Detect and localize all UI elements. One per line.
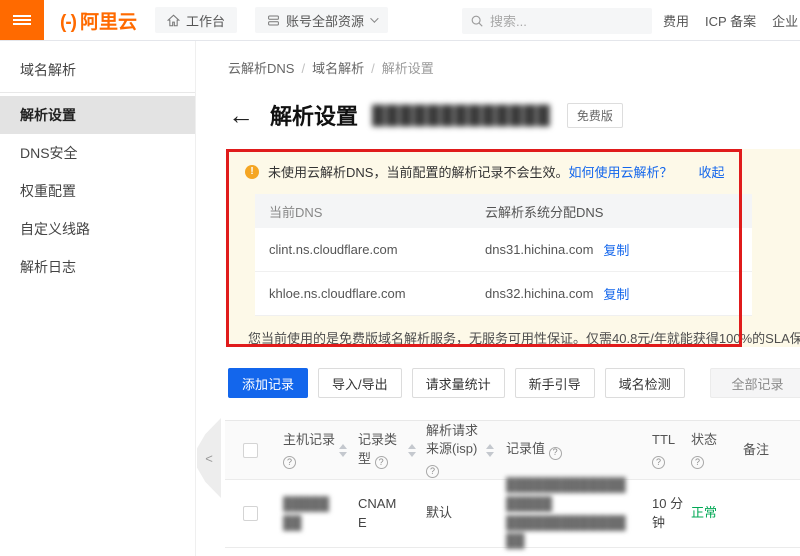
sidebar-item-weight-config[interactable]: 权重配置 <box>0 172 195 210</box>
records-table-header: 主机记录 ? 记录类型 ? 解析请求来源(isp) ? 记录值 ? TTL ? <box>225 420 800 480</box>
how-to-use-link[interactable]: 如何使用云解析？ <box>568 162 672 181</box>
copy-dns-link[interactable]: 复制 <box>603 284 629 303</box>
dns-table-row: clint.ns.cloudflare.com dns31.hichina.co… <box>255 228 752 272</box>
dns-table-header: 当前DNS 云解析系统分配DNS <box>255 194 752 228</box>
help-icon[interactable]: ? <box>283 456 296 469</box>
sidebar-item-domain-resolution[interactable]: 域名解析 <box>0 51 195 89</box>
record-toolbar: 添加记录 导入/导出 请求量统计 新手引导 域名检测 <box>228 368 685 398</box>
redacted-domain-name: █████████████ <box>372 105 551 126</box>
top-link-icp[interactable]: ICP 备案 <box>705 11 756 30</box>
sidebar-item-dns-security[interactable]: DNS安全 <box>0 134 195 172</box>
collapse-notice-link[interactable]: 收起 <box>698 162 724 181</box>
host-record-header: 主机记录 ? <box>283 431 335 469</box>
breadcrumb-current: 解析设置 <box>382 61 434 76</box>
home-icon <box>167 14 180 27</box>
account-resources-dropdown[interactable]: 账号全部资源 <box>255 7 388 33</box>
help-icon[interactable]: ? <box>549 447 562 460</box>
search-input[interactable] <box>490 14 630 29</box>
sort-type-icon[interactable] <box>404 444 420 457</box>
request-stats-button[interactable]: 请求量统计 <box>412 368 505 398</box>
ttl-header: TTL ? <box>652 431 684 469</box>
sidebar: 域名解析 解析设置 DNS安全 权重配置 自定义线路 解析日志 <box>0 41 196 556</box>
resources-icon <box>267 14 280 27</box>
status-badge: 正常 <box>691 504 731 523</box>
record-value-header: 记录值 ? <box>506 440 628 459</box>
warning-message-row: ! 未使用云解析DNS，当前配置的解析记录不会生效。 如何使用云解析？ 收起 <box>245 162 800 181</box>
add-record-button[interactable]: 添加记录 <box>228 368 308 398</box>
free-plan-upsell-text: 您当前使用的是免费版域名解析服务，无服务可用性保证。仅需40.8元/年就能获得1… <box>248 328 800 347</box>
aliyun-logo-mark: (-) <box>60 12 76 34</box>
hamburger-icon <box>13 13 31 27</box>
isp-source-value: 默认 <box>426 504 482 523</box>
collapse-chevron-left-icon: < <box>205 451 213 466</box>
assigned-dns-header: 云解析系统分配DNS <box>485 202 603 221</box>
global-search-box[interactable] <box>462 8 652 34</box>
workbench-label: 工作台 <box>186 11 225 30</box>
sort-isp-icon[interactable] <box>482 444 498 457</box>
help-icon[interactable]: ? <box>652 456 665 469</box>
workbench-button[interactable]: 工作台 <box>155 7 237 33</box>
back-arrow-icon[interactable]: ← <box>228 102 254 128</box>
chevron-down-icon <box>370 14 378 22</box>
ttl-value: 10 分钟 <box>652 495 684 533</box>
all-records-filter-select[interactable]: 全部记录 <box>710 368 800 398</box>
import-export-button[interactable]: 导入/导出 <box>318 368 402 398</box>
top-nav-links: 费用 ICP 备案 企业 支持 <box>663 0 800 40</box>
assigned-dns-value: dns31.hichina.com <box>485 242 593 257</box>
row-select-cell <box>243 506 259 521</box>
sidebar-item-resolution-logs[interactable]: 解析日志 <box>0 248 195 286</box>
assigned-dns-value: dns32.hichina.com <box>485 286 593 301</box>
breadcrumb-cloud-dns[interactable]: 云解析DNS <box>228 61 294 76</box>
help-icon[interactable]: ? <box>426 465 439 478</box>
aliyun-logo[interactable]: (-) 阿里云 <box>60 7 137 34</box>
beginner-guide-button[interactable]: 新手引导 <box>515 368 595 398</box>
copy-dns-link[interactable]: 复制 <box>603 240 629 259</box>
sidebar-item-custom-lines[interactable]: 自定义线路 <box>0 210 195 248</box>
page-title-row: ← 解析设置 █████████████ 免费版 <box>228 99 800 131</box>
page-title: 解析设置 <box>270 99 358 131</box>
select-all-cell <box>243 443 259 458</box>
sidebar-divider <box>0 92 195 93</box>
warning-message: 未使用云解析DNS，当前配置的解析记录不会生效。 <box>268 162 568 181</box>
row-checkbox[interactable] <box>243 506 258 521</box>
main-content: 云解析DNS/域名解析/解析设置 ← 解析设置 █████████████ 免费… <box>225 41 800 556</box>
sort-host-icon[interactable] <box>335 444 351 457</box>
isp-source-header: 解析请求来源(isp) ? <box>426 422 482 479</box>
hamburger-menu-button[interactable] <box>0 0 44 40</box>
sidebar-collapse-handle[interactable]: < <box>197 418 221 498</box>
domain-check-button[interactable]: 域名检测 <box>605 368 685 398</box>
record-type-value: CNAME <box>358 495 404 533</box>
current-dns-value: khloe.ns.cloudflare.com <box>255 286 485 301</box>
dns-comparison-table: 当前DNS 云解析系统分配DNS clint.ns.cloudflare.com… <box>255 194 752 316</box>
record-value-redacted: ██████████████████ ███████████████ <box>506 476 628 551</box>
table-row: ███████ CNAME 默认 ██████████████████ ████… <box>225 480 800 548</box>
breadcrumb-domain-resolution[interactable]: 域名解析 <box>312 61 364 76</box>
sidebar-item-resolution-settings[interactable]: 解析设置 <box>0 96 195 134</box>
warning-icon: ! <box>245 165 259 179</box>
account-resources-label: 账号全部资源 <box>286 11 364 30</box>
aliyun-logo-text: 阿里云 <box>80 7 137 34</box>
top-link-billing[interactable]: 费用 <box>663 11 689 30</box>
current-dns-value: clint.ns.cloudflare.com <box>255 242 485 257</box>
remark-header: 备注 <box>743 441 783 460</box>
dns-warning-panel: ! 未使用云解析DNS，当前配置的解析记录不会生效。 如何使用云解析？ 收起 当… <box>228 149 800 347</box>
current-dns-header: 当前DNS <box>255 202 485 221</box>
record-type-header: 记录类型 ? <box>358 431 404 469</box>
records-table: 主机记录 ? 记录类型 ? 解析请求来源(isp) ? 记录值 ? TTL ? <box>225 420 800 548</box>
search-icon <box>470 14 484 28</box>
help-icon[interactable]: ? <box>691 456 704 469</box>
host-record-value-redacted: ███████ <box>283 495 335 533</box>
top-nav-bar: (-) 阿里云 工作台 账号全部资源 费用 ICP 备案 企业 支持 <box>0 0 800 41</box>
dns-table-row: khloe.ns.cloudflare.com dns32.hichina.co… <box>255 272 752 316</box>
help-icon[interactable]: ? <box>375 456 388 469</box>
status-header: 状态 ? <box>691 431 731 469</box>
select-all-checkbox[interactable] <box>243 443 258 458</box>
plan-badge: 免费版 <box>567 103 623 128</box>
top-link-enterprise[interactable]: 企业 <box>772 11 798 30</box>
breadcrumb: 云解析DNS/域名解析/解析设置 <box>228 58 800 77</box>
all-records-filter-label: 全部记录 <box>731 374 783 393</box>
